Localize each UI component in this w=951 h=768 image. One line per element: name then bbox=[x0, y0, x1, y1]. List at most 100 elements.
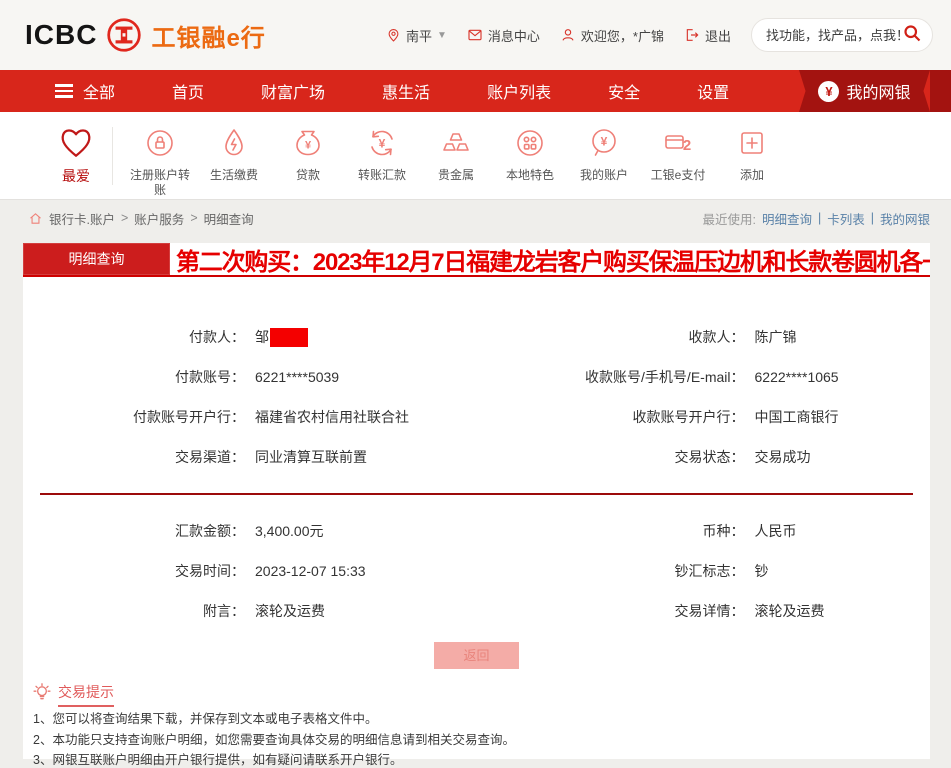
favorites-button[interactable]: 最爱 bbox=[40, 112, 112, 199]
redaction-box bbox=[270, 328, 308, 347]
tip-item: 1、您可以将查询结果下载，并保存到文本或电子表格文件中。 bbox=[32, 712, 930, 728]
quick-item-utility-payment[interactable]: 生活缴费 bbox=[197, 112, 271, 199]
page: ICBC 工银融e行 bbox=[0, 0, 951, 768]
message-center-link[interactable]: 消息中心 bbox=[467, 26, 540, 45]
nav-item-settings[interactable]: 设置 bbox=[697, 79, 729, 103]
icbc-logo-text: ICBC bbox=[25, 19, 97, 51]
payee-bank-label: 收款账号开户行： bbox=[477, 407, 745, 427]
quick-item-register-transfer[interactable]: 注册账户转账 bbox=[123, 112, 197, 199]
message-center-label: 消息中心 bbox=[488, 26, 540, 45]
register-transfer-icon bbox=[143, 126, 177, 162]
svg-text:¥: ¥ bbox=[379, 137, 386, 151]
my-ebank-label: 我的网银 bbox=[846, 79, 910, 103]
my-ebank-tab[interactable]: ¥ 我的网银 bbox=[799, 70, 930, 112]
loan-icon: ¥ bbox=[291, 126, 325, 162]
svg-text:¥: ¥ bbox=[305, 140, 312, 152]
lightbulb-icon bbox=[32, 682, 52, 707]
time-label: 交易时间： bbox=[23, 561, 245, 581]
quick-item-loan[interactable]: ¥ 贷款 bbox=[271, 112, 345, 199]
add-icon bbox=[735, 126, 769, 162]
payee-account-value: 6222****1065 bbox=[755, 369, 839, 385]
detail-section-parties: 付款人： 邹 收款人： 陈广锦 付款账号： 6221****5039 收款账号/… bbox=[23, 317, 930, 477]
nav-item-wealth[interactable]: 财富广场 bbox=[261, 79, 325, 103]
table-row: 付款人： 邹 收款人： 陈广锦 bbox=[23, 317, 930, 357]
breadcrumb-item[interactable]: 账户服务 bbox=[134, 209, 184, 228]
recent-used: 最近使用: 明细查询 | 卡列表 | 我的网银 bbox=[702, 209, 930, 228]
detail-info-label: 交易详情： bbox=[477, 601, 745, 621]
tab-detail-query[interactable]: 明细查询 bbox=[23, 243, 170, 275]
recent-used-label: 最近使用: bbox=[702, 209, 755, 228]
svg-text:¥: ¥ bbox=[601, 135, 608, 149]
status-value: 交易成功 bbox=[755, 447, 811, 467]
currency-value: 人民币 bbox=[755, 521, 797, 541]
breadcrumb-separator: > bbox=[190, 211, 197, 225]
quick-item-local-feature[interactable]: 本地特色 bbox=[493, 112, 567, 199]
nav-item-accounts[interactable]: 账户列表 bbox=[487, 79, 551, 103]
quick-item-my-account[interactable]: ¥ 我的账户 bbox=[567, 112, 641, 199]
breadcrumb-item[interactable]: 银行卡.账户 bbox=[49, 209, 115, 228]
channel-label: 交易渠道： bbox=[23, 447, 245, 467]
breadcrumb-item-current: 明细查询 bbox=[204, 209, 254, 228]
mail-icon bbox=[467, 27, 483, 43]
tips-title: 交易提示 bbox=[58, 682, 114, 707]
brand-title: 工银融e行 bbox=[151, 18, 265, 53]
payer-bank-label: 付款账号开户行： bbox=[23, 407, 245, 427]
nav-item-life[interactable]: 惠生活 bbox=[382, 79, 430, 103]
payer-value: 邹 bbox=[255, 327, 308, 348]
svg-text:2: 2 bbox=[683, 137, 691, 154]
table-row: 交易渠道： 同业清算互联前置 交易状态： 交易成功 bbox=[23, 437, 930, 477]
table-row: 付款账号开户行： 福建省农村信用社联合社 收款账号开户行： 中国工商银行 bbox=[23, 397, 930, 437]
hamburger-icon[interactable] bbox=[55, 84, 73, 98]
recent-link-card-list[interactable]: 卡列表 bbox=[827, 209, 865, 228]
quick-access-bar: 最爱 注册账户转账 生活缴费 bbox=[0, 112, 951, 200]
memo-label: 附言： bbox=[23, 601, 245, 621]
location-label: 南平 bbox=[406, 26, 432, 45]
moneybag-icon: ¥ bbox=[818, 81, 839, 102]
table-row: 附言： 滚轮及运费 交易详情： 滚轮及运费 bbox=[23, 591, 930, 631]
location-selector[interactable]: 南平 ▼ bbox=[386, 26, 447, 45]
icbc-logo-icon bbox=[105, 16, 143, 54]
divider bbox=[112, 127, 113, 185]
quick-item-precious-metal[interactable]: 贵金属 bbox=[419, 112, 493, 199]
logo[interactable]: ICBC 工银融e行 bbox=[25, 16, 266, 54]
recent-link-my-ebank[interactable]: 我的网银 bbox=[880, 209, 930, 228]
my-account-icon: ¥ bbox=[587, 126, 621, 162]
nav-item-security[interactable]: 安全 bbox=[608, 79, 640, 103]
recent-link-detail-query[interactable]: 明细查询 bbox=[762, 209, 812, 228]
currency-label: 币种： bbox=[477, 521, 745, 541]
transfer-remit-icon: ¥ bbox=[365, 126, 399, 162]
heart-icon bbox=[55, 124, 97, 160]
payee-value: 陈广锦 bbox=[755, 327, 797, 347]
search-box[interactable] bbox=[751, 18, 933, 52]
quick-item-add[interactable]: 添加 bbox=[715, 112, 789, 199]
quick-item-epay[interactable]: 2 工银e支付 bbox=[641, 112, 715, 199]
payer-label: 付款人： bbox=[23, 327, 245, 347]
utility-payment-icon bbox=[217, 126, 251, 162]
quick-item-transfer-remit[interactable]: ¥ 转账汇款 bbox=[345, 112, 419, 199]
back-button[interactable]: 返回 bbox=[434, 642, 519, 669]
payer-account-label: 付款账号： bbox=[23, 367, 245, 387]
payee-bank-value: 中国工商银行 bbox=[755, 407, 839, 427]
transaction-tips: 交易提示 1、您可以将查询结果下载，并保存到文本或电子表格文件中。 2、本功能只… bbox=[23, 685, 930, 768]
user-icon bbox=[560, 27, 576, 43]
status-label: 交易状态： bbox=[477, 447, 745, 467]
search-icon[interactable] bbox=[902, 23, 922, 48]
logout-label: 退出 bbox=[705, 26, 731, 45]
welcome-user[interactable]: 欢迎您，*广锦 bbox=[560, 26, 664, 45]
detail-info-value: 滚轮及运费 bbox=[755, 601, 825, 621]
amount-value: 3,400.00元 bbox=[255, 521, 324, 541]
home-icon[interactable] bbox=[28, 211, 43, 226]
payee-label: 收款人： bbox=[477, 327, 745, 347]
top-header: ICBC 工银融e行 bbox=[0, 0, 951, 70]
search-input[interactable] bbox=[766, 28, 902, 43]
nav-item-home[interactable]: 首页 bbox=[172, 79, 204, 103]
detail-section-amount: 汇款金额： 3,400.00元 币种： 人民币 交易时间： 2023-12-07… bbox=[23, 511, 930, 631]
location-pin-icon bbox=[386, 28, 401, 43]
detail-card: 明细查询 第二次购买：2023年12月7日福建龙岩客户购买保温压边机和长款卷圆机… bbox=[23, 243, 930, 759]
logout-icon bbox=[684, 27, 700, 43]
logout-button[interactable]: 退出 bbox=[684, 26, 731, 45]
local-feature-icon bbox=[513, 126, 547, 162]
cash-flag-value: 钞 bbox=[755, 561, 769, 581]
nav-item-all[interactable]: 全部 bbox=[83, 79, 115, 103]
tip-item: 2、本功能只支持查询账户明细，如您需要查询具体交易的明细信息请到相关交易查询。 bbox=[32, 733, 930, 749]
